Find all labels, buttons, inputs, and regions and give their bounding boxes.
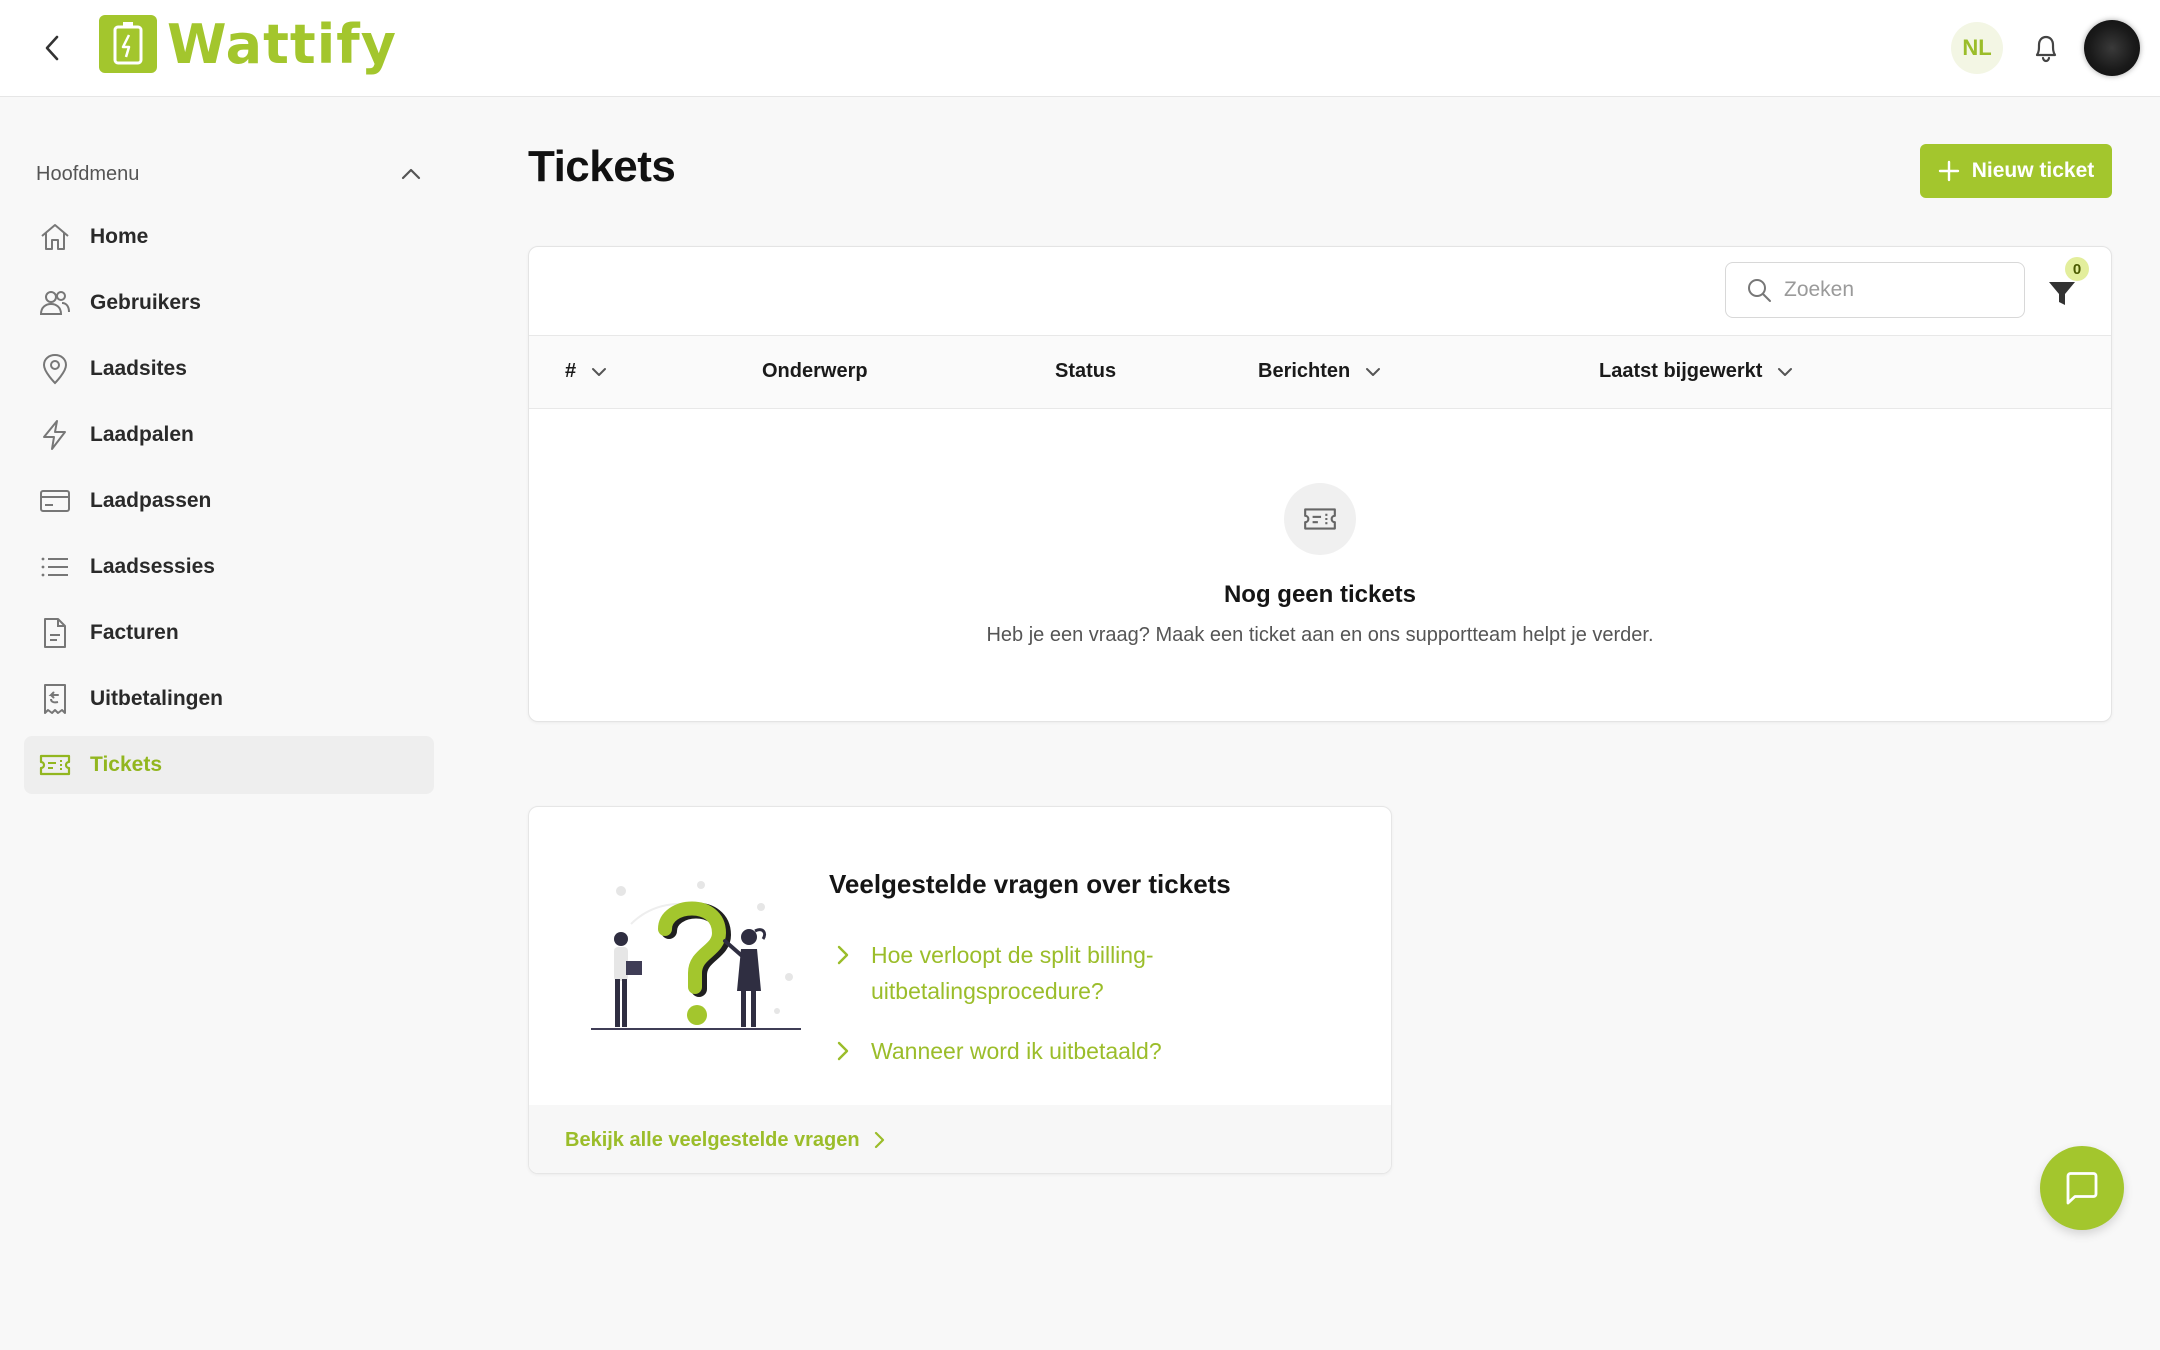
page-title: Tickets (528, 142, 676, 191)
sidebar-item-facturen[interactable]: Facturen (24, 604, 434, 662)
home-icon (38, 220, 72, 254)
search-box[interactable] (1725, 262, 2025, 318)
user-avatar[interactable] (2084, 20, 2140, 76)
empty-state-ticket-icon (1284, 483, 1356, 555)
sidebar-item-label: Laadsites (90, 357, 187, 380)
sidebar-item-label: Laadsessies (90, 555, 215, 578)
tickets-table-card: 0 # Onderwerp Status Berichten Laatst bi… (528, 246, 2112, 722)
faq-question-text: Hoe verloopt de split billing-uitbetalin… (871, 942, 1154, 1004)
lightning-icon (38, 418, 72, 452)
sidebar-item-label: Uitbetalingen (90, 687, 224, 710)
list-icon (38, 550, 72, 584)
column-header-number[interactable]: # (565, 360, 608, 383)
chevron-down-icon (1778, 367, 1793, 376)
sidebar-section-title: Hoofdmenu (36, 162, 140, 185)
top-bar: Wattify NL (0, 0, 2160, 97)
chevron-up-icon (401, 168, 421, 180)
column-header-label: Berichten (1258, 360, 1351, 382)
empty-state-subtitle: Heb je een vraag? Maak een ticket aan en… (986, 624, 1654, 646)
ticket-icon (38, 748, 72, 782)
chevron-right-icon (835, 1033, 859, 1069)
column-header-label: Onderwerp (762, 360, 868, 382)
column-header-status: Status (1055, 360, 1116, 383)
faq-card: Veelgestelde vragen over tickets Hoe ver… (528, 806, 1392, 1174)
card-icon (38, 484, 72, 518)
battery-logo-icon (99, 15, 157, 73)
new-ticket-label: Nieuw ticket (1971, 159, 2095, 182)
faq-all-link-label: Bekijk alle veelgestelde vragen (565, 1128, 860, 1151)
receipt-icon (38, 682, 72, 716)
search-input[interactable] (1784, 278, 2004, 302)
sidebar-item-label: Tickets (90, 753, 162, 776)
sidebar-item-label: Facturen (90, 621, 179, 644)
sidebar-item-users[interactable]: Gebruikers (24, 274, 434, 332)
language-switch[interactable]: NL (1951, 22, 2003, 74)
sidebar-item-laadpassen[interactable]: Laadpassen (24, 472, 434, 530)
column-header-laatst-bijgewerkt[interactable]: Laatst bijgewerkt (1599, 360, 1794, 383)
faq-all-link[interactable]: Bekijk alle veelgestelde vragen (529, 1105, 1391, 1173)
sidebar-item-label: Gebruikers (90, 291, 201, 314)
sidebar-item-label: Home (90, 225, 149, 248)
faq-question-split-billing[interactable]: Hoe verloopt de split billing-uitbetalin… (835, 937, 1231, 1009)
sidebar-item-laadpalen[interactable]: Laadpalen (24, 406, 434, 464)
faq-question-text: Wanneer word ik uitbetaald? (871, 1038, 1162, 1064)
search-icon (1748, 279, 1771, 302)
bell-icon (2035, 35, 2057, 63)
notifications-button[interactable] (2026, 28, 2066, 68)
sidebar-item-label: Laadpassen (90, 489, 212, 512)
new-ticket-button[interactable]: Nieuw ticket (1920, 144, 2112, 198)
chat-button[interactable] (2040, 1146, 2124, 1230)
faq-illustration (591, 881, 801, 1030)
sidebar-section-toggle[interactable]: Hoofdmenu (36, 158, 422, 190)
plus-icon (1938, 160, 1959, 182)
chevron-down-icon (1366, 367, 1381, 376)
column-header-berichten[interactable]: Berichten (1258, 360, 1382, 383)
chevron-left-icon (45, 35, 59, 61)
sidebar-item-tickets[interactable]: Tickets (24, 736, 434, 794)
faq-title: Veelgestelde vragen over tickets (829, 869, 1231, 899)
sidebar-item-uitbetalingen[interactable]: Uitbetalingen (24, 670, 434, 728)
document-icon (38, 616, 72, 650)
sidebar-item-laadsessies[interactable]: Laadsessies (24, 538, 434, 596)
column-header-onderwerp: Onderwerp (762, 360, 868, 383)
faq-question-payout-time[interactable]: Wanneer word ik uitbetaald? (835, 1033, 1291, 1069)
chevron-down-icon (592, 367, 607, 376)
column-header-label: Status (1055, 360, 1117, 382)
chevron-right-icon (835, 937, 859, 973)
column-header-label: Laatst bijgewerkt (1599, 360, 1763, 382)
back-button[interactable] (36, 30, 68, 66)
empty-state-title: Nog geen tickets (1223, 581, 1417, 608)
users-icon (38, 286, 72, 320)
chevron-right-icon (874, 1131, 884, 1149)
brand-logo[interactable]: Wattify (99, 12, 397, 76)
brand-name: Wattify (167, 12, 397, 76)
table-header: # Onderwerp Status Berichten Laatst bijg… (529, 335, 2111, 409)
column-header-label: # (565, 360, 577, 382)
filter-count-badge: 0 (2065, 257, 2089, 281)
sidebar-item-laadsites[interactable]: Laadsites (24, 340, 434, 398)
sidebar-item-label: Laadpalen (90, 423, 194, 446)
chat-bubble-icon (2066, 1172, 2098, 1205)
sidebar-nav: Home Gebruikers Laadsites Laadpalen Laad… (24, 208, 434, 802)
sidebar-item-home[interactable]: Home (24, 208, 434, 266)
location-pin-icon (38, 352, 72, 386)
